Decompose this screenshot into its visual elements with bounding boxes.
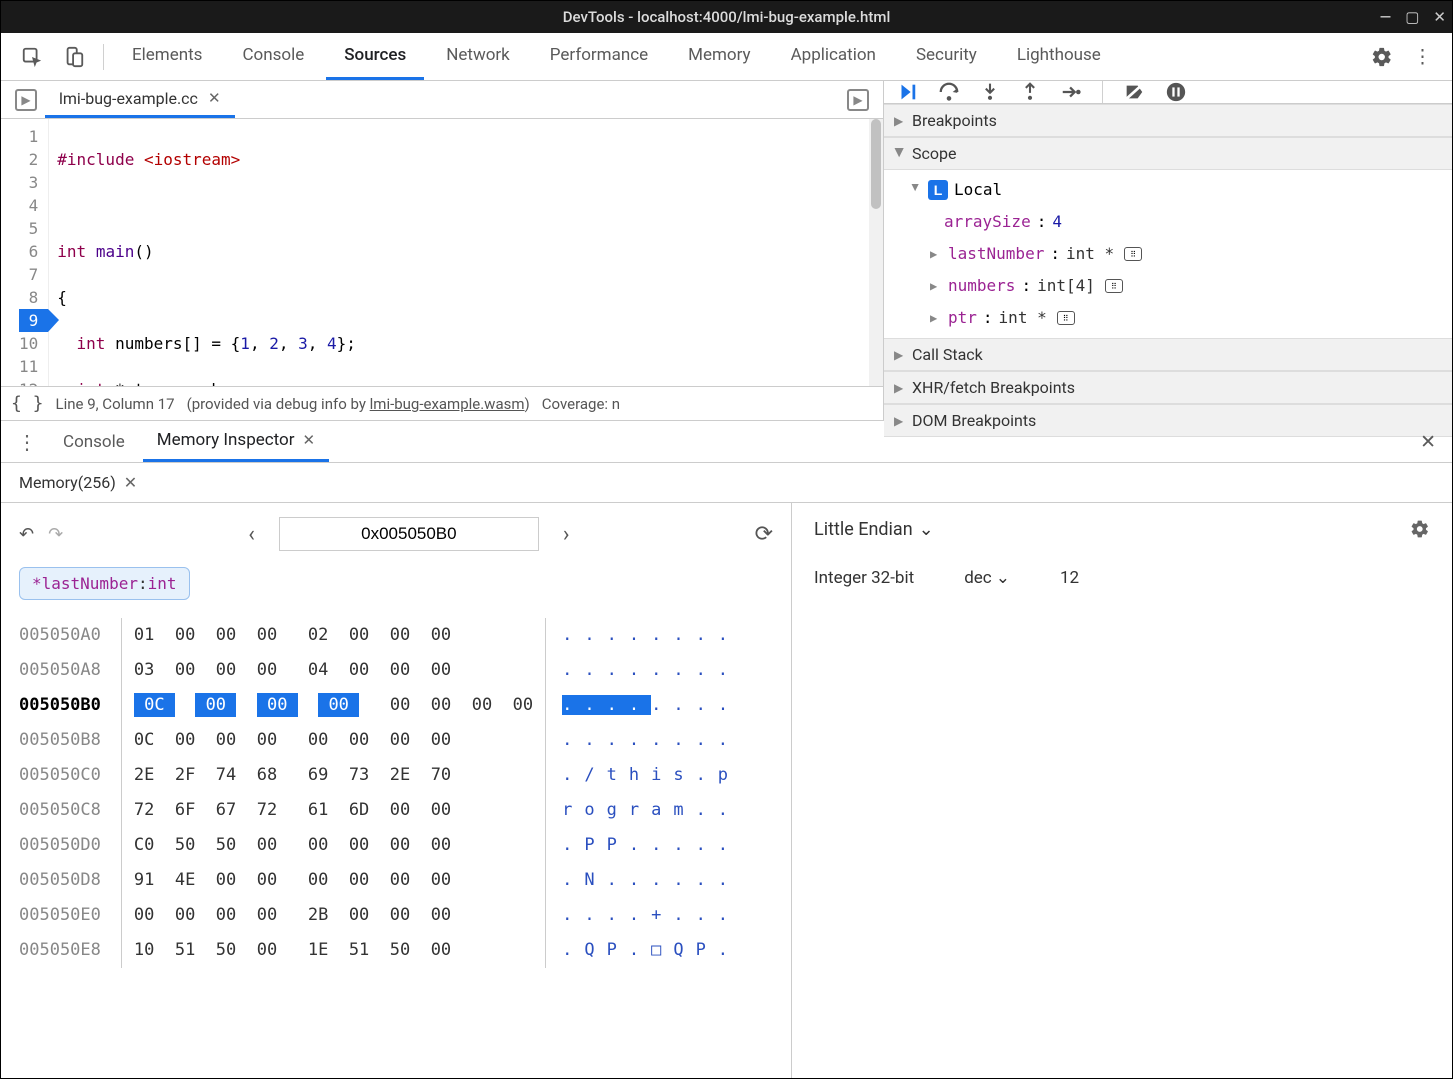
- file-tab-name: lmi-bug-example.cc: [59, 89, 198, 108]
- cursor-position: Line 9, Column 17: [56, 395, 175, 413]
- hex-viewer: ↶ ↷ ‹ › ⟳ *lastNumber: int 005050A000505…: [1, 503, 792, 1078]
- snippets-icon[interactable]: ▶: [847, 89, 869, 111]
- scope-local[interactable]: ▶LLocal: [884, 174, 1452, 206]
- status-bar: { } Line 9, Column 17 (provided via debu…: [1, 386, 883, 420]
- drawer-tab-strip: ⋮ Console Memory Inspector✕ ✕: [1, 421, 1452, 463]
- line-gutter: 1234 5678 9101112: [1, 119, 49, 386]
- undo-icon[interactable]: ↶: [19, 524, 34, 545]
- scope-arraySize[interactable]: arraySize: 4: [884, 206, 1452, 238]
- inspect-icon[interactable]: [13, 40, 51, 74]
- next-page-icon[interactable]: ›: [553, 522, 580, 547]
- close-icon[interactable]: ✕: [303, 431, 316, 449]
- drawer-tab-console[interactable]: Console: [49, 421, 139, 462]
- wasm-link[interactable]: lmi-bug-example.wasm: [370, 395, 525, 413]
- highlight-chip[interactable]: *lastNumber: int: [19, 567, 190, 600]
- navigator-icon[interactable]: ▶: [15, 89, 37, 111]
- xhr-header[interactable]: ▶XHR/fetch Breakpoints: [884, 371, 1452, 404]
- tab-network[interactable]: Network: [428, 33, 528, 80]
- debug-info-text: (provided via debug info by lmi-bug-exam…: [187, 395, 530, 413]
- tab-console[interactable]: Console: [224, 33, 322, 80]
- chevron-down-icon: ⌄: [919, 519, 934, 540]
- pause-exceptions-icon[interactable]: [1165, 81, 1187, 103]
- drawer-close-icon[interactable]: ✕: [1412, 424, 1444, 459]
- step-over-icon[interactable]: [938, 81, 960, 103]
- step-icon[interactable]: [1060, 81, 1082, 103]
- tab-elements[interactable]: Elements: [114, 33, 220, 80]
- step-out-icon[interactable]: [1020, 81, 1040, 103]
- more-icon[interactable]: ⋮: [1405, 39, 1440, 74]
- coverage-text: Coverage: n: [542, 395, 620, 413]
- device-icon[interactable]: [55, 40, 93, 74]
- drawer-more-icon[interactable]: ⋮: [9, 430, 45, 454]
- step-into-icon[interactable]: [980, 81, 1000, 103]
- format-selector[interactable]: dec⌄: [964, 568, 1010, 588]
- redo-icon[interactable]: ↷: [48, 524, 63, 545]
- breakpoints-header[interactable]: ▶Breakpoints: [884, 104, 1452, 137]
- minimize-icon[interactable]: —: [1380, 8, 1392, 26]
- window-titlebar: DevTools - localhost:4000/lmi-bug-exampl…: [1, 1, 1452, 33]
- settings-icon[interactable]: [1410, 519, 1430, 539]
- tab-performance[interactable]: Performance: [532, 33, 666, 80]
- callstack-header[interactable]: ▶Call Stack: [884, 338, 1452, 371]
- pretty-print-icon[interactable]: { }: [11, 393, 44, 414]
- address-input[interactable]: [279, 517, 539, 551]
- file-tab-bar: ▶ lmi-bug-example.cc ✕ ▶: [1, 81, 883, 119]
- drawer-tab-memory-inspector[interactable]: Memory Inspector✕: [143, 421, 329, 462]
- memory-icon[interactable]: ⠿: [1057, 311, 1075, 325]
- settings-icon[interactable]: [1363, 40, 1401, 74]
- refresh-icon[interactable]: ⟳: [755, 522, 773, 547]
- memory-icon[interactable]: ⠿: [1124, 247, 1142, 261]
- scope-lastNumber[interactable]: ▶lastNumber: int *⠿: [884, 238, 1452, 270]
- value-interpreter: Little Endian⌄ Integer 32-bit dec⌄ 12: [792, 503, 1452, 1078]
- resume-icon[interactable]: [896, 81, 918, 103]
- prev-page-icon[interactable]: ‹: [238, 522, 265, 547]
- maximize-icon[interactable]: ▢: [1405, 8, 1419, 26]
- debugger-sidebar: ▶Breakpoints ▶Scope ▶LLocal arraySize: 4…: [884, 81, 1452, 420]
- window-title: DevTools - localhost:4000/lmi-bug-exampl…: [563, 8, 891, 26]
- code-lines[interactable]: #include <iostream> int main() { int num…: [49, 119, 883, 386]
- hex-table[interactable]: 005050A0005050A8005050B0005050B8005050C0…: [19, 618, 773, 968]
- scope-header[interactable]: ▶Scope: [884, 137, 1452, 170]
- file-tab[interactable]: lmi-bug-example.cc ✕: [45, 81, 235, 118]
- memory-tab[interactable]: Memory(256)✕: [7, 463, 149, 502]
- endianness-selector[interactable]: Little Endian⌄: [814, 519, 1430, 540]
- tab-application[interactable]: Application: [773, 33, 894, 80]
- scope-numbers[interactable]: ▶numbers: int[4]⠿: [884, 270, 1452, 302]
- scope-body: ▶LLocal arraySize: 4 ▶lastNumber: int *⠿…: [884, 170, 1452, 338]
- close-icon[interactable]: ✕: [1433, 8, 1446, 26]
- close-icon[interactable]: ✕: [124, 473, 137, 492]
- main-tab-strip: Elements Console Sources Network Perform…: [1, 33, 1452, 81]
- tab-lighthouse[interactable]: Lighthouse: [999, 33, 1119, 80]
- value: 12: [1060, 568, 1079, 588]
- integer-type: Integer 32-bit: [814, 568, 914, 588]
- tab-security[interactable]: Security: [898, 33, 995, 80]
- tab-sources[interactable]: Sources: [326, 33, 424, 80]
- deactivate-breakpoints-icon[interactable]: [1123, 81, 1145, 103]
- memory-tab-bar: Memory(256)✕: [1, 463, 1452, 503]
- code-scrollbar[interactable]: [869, 119, 883, 386]
- tab-memory[interactable]: Memory: [670, 33, 768, 80]
- code-editor[interactable]: 1234 5678 9101112 #include <iostream> in…: [1, 119, 883, 386]
- scope-ptr[interactable]: ▶ptr: int *⠿: [884, 302, 1452, 334]
- close-icon[interactable]: ✕: [208, 89, 221, 107]
- chevron-down-icon: ⌄: [996, 568, 1010, 588]
- memory-icon[interactable]: ⠿: [1105, 279, 1123, 293]
